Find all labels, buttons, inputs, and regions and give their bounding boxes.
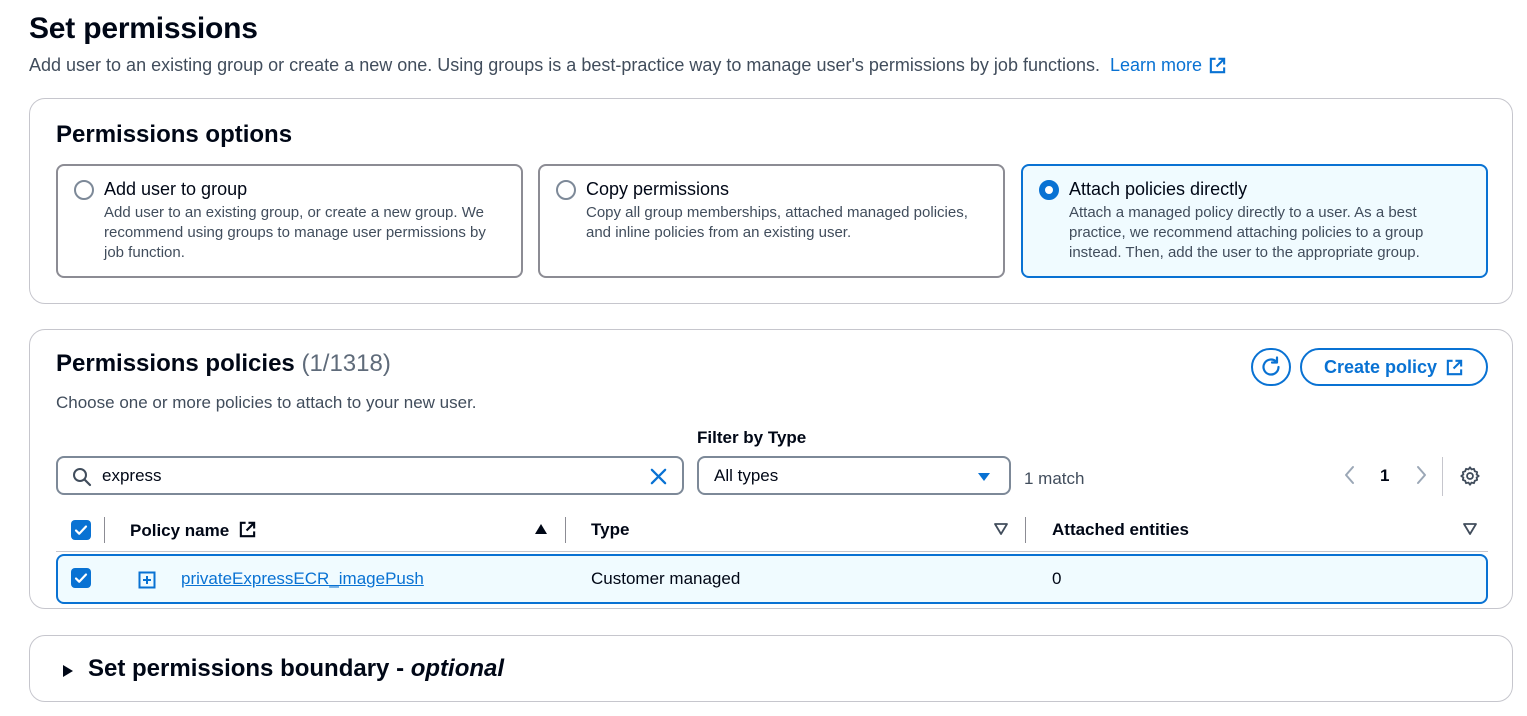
- search-icon: [73, 468, 92, 487]
- filter-select-value: All types: [714, 466, 779, 485]
- permissions-policies-title: Permissions policies: [56, 350, 295, 377]
- policies-description: Choose one or more policies to attach to…: [56, 393, 477, 412]
- tile-description: Copy all group memberships, attached man…: [586, 204, 968, 241]
- column-header-attached-entities[interactable]: Attached entities: [1052, 520, 1189, 540]
- attached-entities-count: 0: [1052, 569, 1062, 588]
- sort-ascending-icon[interactable]: [534, 523, 548, 535]
- sort-icon[interactable]: [994, 523, 1008, 535]
- column-divider: [104, 517, 105, 543]
- tile-label: Add user to group: [104, 179, 248, 199]
- search-input[interactable]: [102, 463, 642, 488]
- permissions-boundary-toggle[interactable]: Set permissions boundary - optional: [88, 655, 504, 683]
- table-header: Policy name Type Attached entities: [56, 514, 1488, 552]
- table-row[interactable]: privateExpressECR_imagePush Customer man…: [56, 554, 1488, 604]
- tile-attach-policies-directly[interactable]: Attach policies directly Attach a manage…: [1021, 164, 1488, 278]
- match-count: 1 match: [1024, 469, 1085, 488]
- external-link-icon: [1209, 57, 1226, 74]
- caret-right-icon[interactable]: [62, 664, 74, 678]
- permissions-options-panel: Permissions options Add user to group Ad…: [29, 98, 1513, 304]
- caret-down-icon: [978, 473, 990, 481]
- column-divider: [1025, 517, 1026, 543]
- boundary-title-text: Set permissions boundary -: [88, 655, 411, 682]
- checkmark-icon: [74, 573, 88, 583]
- expand-plus-icon[interactable]: [138, 571, 156, 589]
- tile-description: Add user to an existing group, or create…: [104, 204, 486, 261]
- filter-by-type-label: Filter by Type: [697, 428, 807, 447]
- permissions-boundary-panel: Set permissions boundary - optional: [29, 635, 1513, 702]
- policy-name-link[interactable]: privateExpressECR_imagePush: [181, 569, 424, 589]
- permissions-policies-panel: Permissions policies (1/1318) Choose one…: [29, 329, 1513, 609]
- policy-name-header-label: Policy name: [130, 521, 230, 540]
- tile-copy-permissions[interactable]: Copy permissions Copy all group membersh…: [538, 164, 1005, 278]
- gear-icon[interactable]: [1459, 465, 1481, 487]
- sort-icon[interactable]: [1463, 523, 1477, 535]
- column-divider: [565, 517, 566, 543]
- clear-icon[interactable]: [649, 467, 668, 486]
- refresh-button[interactable]: [1251, 348, 1291, 386]
- page-title: Set permissions: [29, 12, 258, 45]
- column-header-policy-name[interactable]: Policy name: [130, 520, 257, 541]
- radio-attach-policies-directly[interactable]: [1039, 180, 1059, 200]
- permissions-options-title: Permissions options: [56, 121, 293, 148]
- learn-more-label: Learn more: [1110, 55, 1203, 75]
- permissions-policies-header: Permissions policies (1/1318): [56, 350, 391, 378]
- page-description: Add user to an existing group or create …: [29, 55, 1227, 76]
- chevron-left-icon[interactable]: [1342, 464, 1358, 486]
- boundary-optional-label: optional: [410, 655, 505, 682]
- filter-by-type-select[interactable]: All types: [697, 456, 1011, 495]
- refresh-icon: [1262, 356, 1280, 376]
- tile-label: Copy permissions: [586, 179, 730, 199]
- tile-add-user-to-group[interactable]: Add user to group Add user to an existin…: [56, 164, 523, 278]
- checkmark-icon: [74, 525, 88, 535]
- radio-add-user-to-group[interactable]: [74, 180, 94, 200]
- policies-count: (1/1318): [301, 350, 391, 377]
- create-policy-label: Create policy: [1323, 356, 1438, 377]
- create-policy-button[interactable]: Create policy: [1300, 348, 1488, 386]
- policy-type: Customer managed: [591, 569, 741, 588]
- external-link-icon: [1446, 359, 1463, 375]
- page-number[interactable]: 1: [1380, 466, 1389, 486]
- select-all-checkbox[interactable]: [71, 520, 91, 540]
- learn-more-link[interactable]: Learn more: [1110, 55, 1227, 76]
- external-link-icon: [239, 521, 256, 538]
- row-checkbox[interactable]: [71, 568, 91, 588]
- policy-search-field[interactable]: [56, 456, 684, 495]
- page-description-text: Add user to an existing group or create …: [29, 55, 1100, 75]
- chevron-right-icon[interactable]: [1413, 464, 1429, 486]
- column-header-type[interactable]: Type: [591, 520, 629, 540]
- pager-divider: [1442, 457, 1443, 496]
- tile-description: Attach a managed policy directly to a us…: [1069, 204, 1424, 261]
- radio-copy-permissions[interactable]: [556, 180, 576, 200]
- tile-label: Attach policies directly: [1069, 179, 1248, 199]
